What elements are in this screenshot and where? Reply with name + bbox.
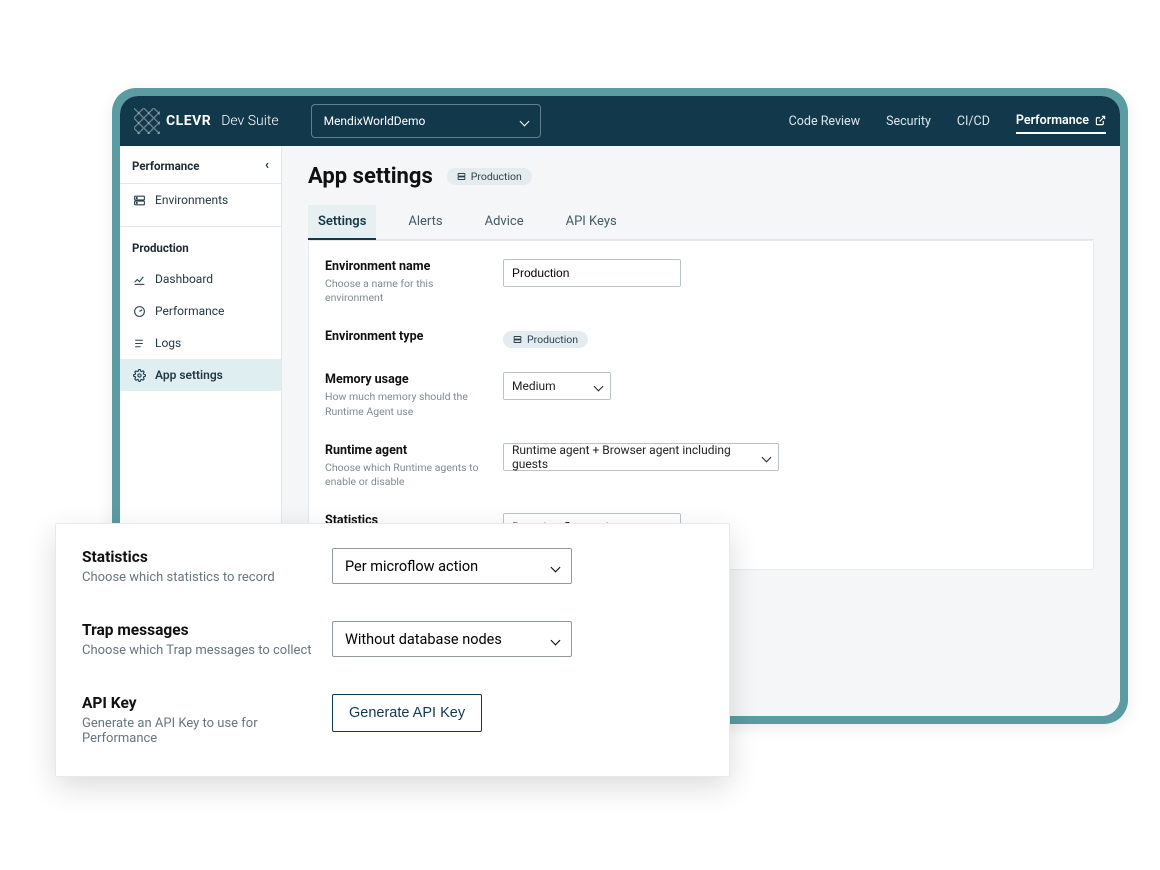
sidebar-item-logs[interactable]: Logs (120, 327, 281, 359)
logo-pattern-icon (134, 108, 160, 134)
collapse-icon[interactable]: ‹ (265, 158, 269, 173)
sidebar-item-label: Performance (155, 304, 224, 318)
server-small-icon (457, 172, 466, 181)
brand-strong: CLEVR (166, 113, 211, 129)
env-name-help: Choose a name for this environment (325, 277, 491, 305)
generate-api-key-button[interactable]: Generate API Key (332, 694, 482, 732)
runtime-agent-select[interactable]: Runtime agent + Browser agent including … (503, 443, 779, 471)
chart-icon (132, 273, 146, 286)
runtime-label: Runtime agent (325, 443, 491, 458)
trap-help: Choose which Trap messages to collect (82, 643, 332, 658)
env-type-label: Environment type (325, 329, 491, 344)
sidebar-title: Performance (132, 159, 199, 173)
chevron-down-icon (552, 558, 559, 575)
env-name-input[interactable] (503, 259, 681, 287)
sidebar-item-performance[interactable]: Performance (120, 295, 281, 327)
server-icon (132, 194, 146, 207)
project-selector-value: MendixWorldDemo (324, 114, 426, 128)
page-title: App settings (308, 164, 433, 189)
chevron-down-icon (595, 379, 602, 393)
tab-api-keys[interactable]: API Keys (556, 205, 627, 239)
brand-logo: CLEVR Dev Suite (134, 108, 279, 134)
settings-card: Environment name Choose a name for this … (308, 240, 1094, 570)
chevron-down-icon (552, 631, 559, 648)
memory-label: Memory usage (325, 372, 491, 387)
sidebar-item-environments[interactable]: Environments (120, 184, 281, 216)
topnav-security[interactable]: Security (886, 113, 931, 130)
sidebar-item-label: App settings (155, 368, 223, 382)
brand-light: Dev Suite (221, 113, 278, 129)
tab-alerts[interactable]: Alerts (398, 205, 452, 239)
gauge-icon (132, 305, 146, 318)
settings-tabs: Settings Alerts Advice API Keys (308, 205, 1094, 240)
external-link-icon (1095, 115, 1106, 126)
stats-label: Statistics (82, 548, 332, 566)
sidebar-item-label: Environments (155, 193, 228, 207)
gear-icon (132, 369, 146, 382)
topnav-code-review[interactable]: Code Review (789, 113, 860, 130)
zoom-detail-panel: Statistics Choose which statistics to re… (55, 523, 730, 777)
top-nav: Code Review Security CI/CD Performance (789, 113, 1106, 130)
apikey-label: API Key (82, 694, 332, 712)
statistics-select[interactable]: Per microflow action (332, 548, 572, 584)
env-badge: Production (447, 168, 532, 185)
topnav-cicd[interactable]: CI/CD (957, 113, 990, 130)
sidebar-item-dashboard[interactable]: Dashboard (120, 263, 281, 295)
app-header: CLEVR Dev Suite MendixWorldDemo Code Rev… (120, 96, 1120, 146)
chevron-down-icon (763, 450, 770, 464)
runtime-help: Choose which Runtime agents to enable or… (325, 461, 491, 489)
memory-help: How much memory should the Runtime Agent… (325, 390, 491, 418)
tab-advice[interactable]: Advice (475, 205, 534, 239)
apikey-help: Generate an API Key to use for Performan… (82, 716, 332, 746)
list-icon (132, 337, 146, 350)
server-small-icon (513, 335, 522, 344)
tab-settings[interactable]: Settings (308, 205, 376, 240)
topnav-performance[interactable]: Performance (1016, 113, 1106, 134)
memory-select[interactable]: Medium (503, 372, 611, 400)
project-selector[interactable]: MendixWorldDemo (311, 104, 541, 138)
trap-messages-select[interactable]: Without database nodes (332, 621, 572, 657)
stats-help: Choose which statistics to record (82, 570, 332, 585)
sidebar-item-label: Logs (155, 336, 181, 350)
env-type-badge: Production (503, 331, 588, 348)
env-name-label: Environment name (325, 259, 491, 274)
chevron-down-icon (521, 114, 528, 128)
sidebar-section-production: Production (120, 227, 281, 263)
sidebar-item-label: Dashboard (155, 272, 213, 286)
sidebar-item-app-settings[interactable]: App settings (120, 359, 281, 391)
trap-label: Trap messages (82, 621, 332, 639)
